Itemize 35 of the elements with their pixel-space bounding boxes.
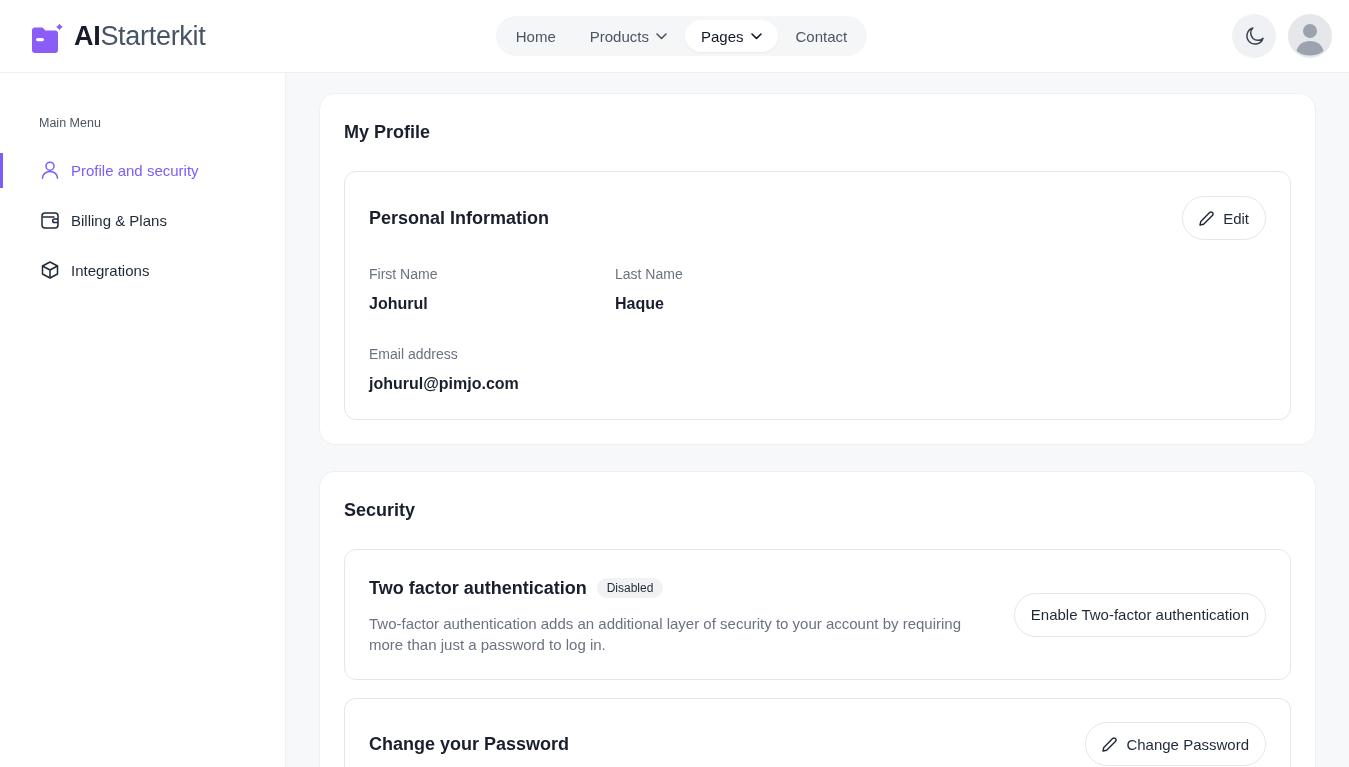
pencil-icon	[1102, 736, 1118, 752]
edit-button[interactable]: Edit	[1182, 196, 1266, 240]
card-title: Security	[344, 499, 417, 522]
panel-title: Personal Information	[369, 207, 550, 230]
nav-link[interactable]: Pages	[685, 20, 778, 52]
field-label: Last Name	[615, 265, 684, 284]
field-value: johurul@pimjo.com	[369, 374, 520, 394]
panel-title: Change your Password	[369, 733, 570, 756]
menu-heading: Main Menu	[38, 115, 102, 131]
logo-text[interactable]: AIStarterkit	[74, 20, 206, 52]
field-value: Haque	[615, 294, 665, 314]
section-description: Two-factor authentication adds an additional layer of security to your account by requiring more than just a password to log in.	[369, 614, 962, 655]
chevron-down-icon	[750, 32, 762, 40]
nav-link[interactable]: Contact	[779, 20, 864, 52]
status-badge: Disabled	[596, 578, 664, 598]
user-icon	[41, 161, 59, 179]
wallet-icon	[41, 211, 59, 229]
field-label: Email address	[369, 345, 459, 364]
change-password-button[interactable]: Change Password	[1085, 722, 1266, 766]
nav-link[interactable]: Home	[499, 20, 572, 52]
sidebar-item[interactable]: Billing & Plans	[0, 195, 285, 245]
field-value: Johurul	[369, 294, 429, 314]
pencil-icon	[1199, 210, 1215, 226]
enable-button[interactable]: Enable Two-factor authentication	[1013, 592, 1266, 637]
nav-link[interactable]: Products	[573, 20, 683, 52]
sidebar-item[interactable]: Profile and security	[0, 145, 285, 195]
sidebar-item[interactable]: Integrations	[0, 245, 285, 295]
field-label: First Name	[369, 265, 439, 284]
cube-icon	[41, 261, 59, 279]
avatar-icon	[1288, 14, 1332, 58]
theme-toggle-button[interactable]	[1232, 14, 1276, 58]
card-title: My Profile	[344, 121, 432, 144]
panel-title: Two factor authentication	[369, 577, 587, 600]
moon-icon	[1244, 26, 1264, 46]
chevron-down-icon	[656, 32, 667, 40]
